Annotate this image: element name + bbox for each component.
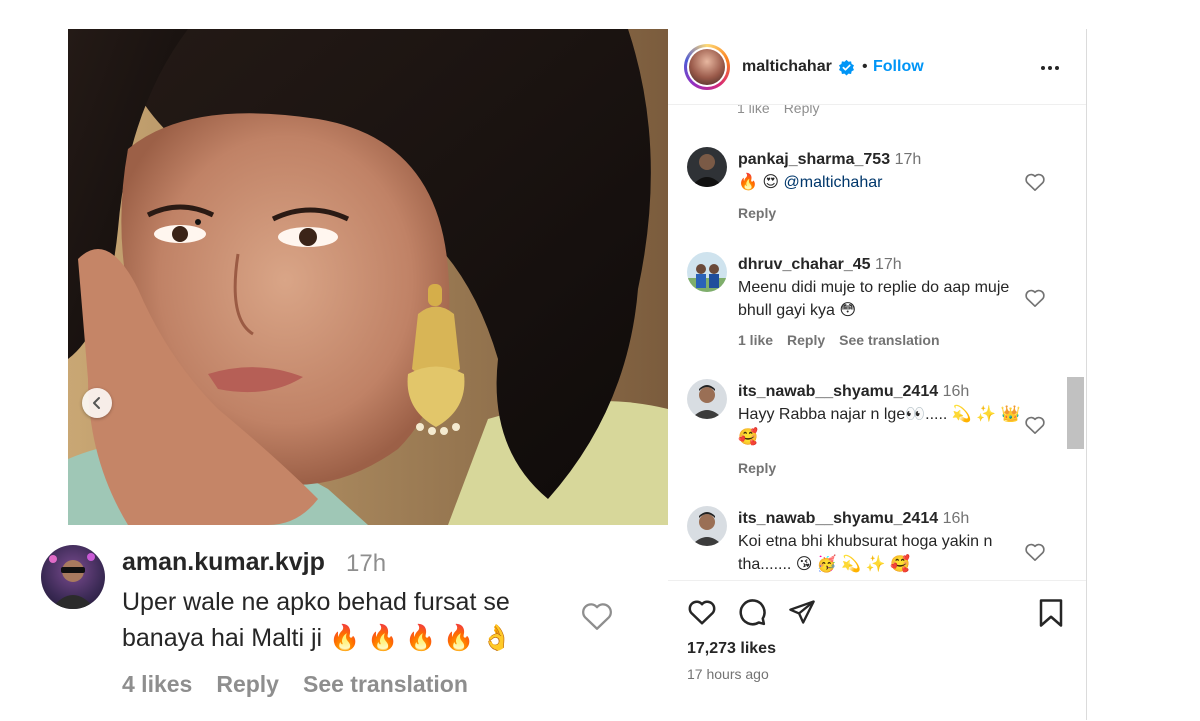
comment-username[interactable]: aman.kumar.kvjp	[122, 548, 325, 577]
comment-username-link[interactable]: its_nawab__shyamu_2414	[738, 383, 938, 400]
avatar[interactable]	[687, 506, 727, 546]
bookmark-icon	[1039, 599, 1063, 627]
heart-icon	[1025, 289, 1045, 307]
mention-link[interactable]: @maltichahar	[784, 174, 883, 191]
heart-icon	[1025, 173, 1045, 191]
comment-time: 17h	[346, 550, 387, 577]
heart-icon	[582, 603, 612, 630]
comment-like-button[interactable]	[1024, 415, 1046, 440]
carousel-prev-button[interactable]	[82, 388, 112, 418]
comment-username-link[interactable]: dhruv_chahar_45	[738, 256, 871, 273]
comment-meta: 1 like Reply See translation	[738, 332, 940, 348]
comment-time: 17h	[894, 151, 922, 168]
heart-icon	[1025, 416, 1045, 434]
comment-like-button[interactable]	[1024, 288, 1046, 313]
comment-username: pankaj_sharma_753 17h	[738, 151, 921, 169]
comment-like-button[interactable]	[1024, 172, 1046, 197]
like-button[interactable]	[687, 598, 717, 631]
author-avatar[interactable]	[684, 44, 730, 90]
chevron-left-icon	[93, 397, 100, 409]
more-options-icon	[1041, 66, 1059, 70]
comment-button[interactable]	[737, 597, 767, 632]
avatar-image	[687, 506, 727, 546]
author-username[interactable]: maltichahar	[742, 58, 832, 76]
comments-scrollbar-thumb[interactable]	[1067, 377, 1084, 449]
avatar-image	[49, 553, 95, 609]
see-translation-button[interactable]: See translation	[839, 332, 939, 348]
comment-time: 17h	[874, 256, 902, 273]
share-icon	[789, 600, 815, 624]
verified-badge-icon	[838, 59, 855, 81]
comment-icon	[739, 599, 766, 626]
avatar[interactable]	[687, 252, 727, 292]
comment-text: Hayy Rabba najar n lge👀..... 💫 ✨ 👑 🥰	[738, 406, 1021, 446]
post-photo	[68, 29, 668, 525]
comment-emoji: 🔥 😍	[738, 174, 780, 191]
comment-reply-button[interactable]: Reply	[738, 460, 776, 476]
comment-likes-count[interactable]: 1 like	[738, 332, 773, 348]
comment-time: 16h	[942, 383, 970, 400]
comment-username-link[interactable]: its_nawab__shyamu_2414	[738, 510, 938, 527]
heart-icon	[1025, 543, 1045, 561]
avatar[interactable]	[687, 379, 727, 419]
more-options-button[interactable]	[1038, 56, 1062, 85]
post-timestamp[interactable]: 17 hours ago	[687, 666, 769, 682]
comment-username: its_nawab__shyamu_2414 16h	[738, 383, 969, 401]
comment-text: Uper wale ne apko behad fursat se banaya…	[122, 588, 513, 652]
avatar[interactable]	[687, 147, 727, 187]
comment-reply-button[interactable]: Reply	[216, 671, 279, 698]
avatar-image	[687, 252, 727, 292]
comment-meta: Reply	[738, 460, 776, 476]
comment-like-button[interactable]	[580, 600, 614, 637]
comment-like-button[interactable]	[1024, 542, 1046, 567]
comment-text: 🔥 😍 @maltichahar	[738, 171, 1023, 194]
avatar-image	[687, 379, 727, 419]
heart-icon	[688, 600, 716, 625]
avatar-image	[689, 49, 725, 85]
comment-text: Koi etna bhi khubsurat hoga yakin n tha.…	[738, 533, 993, 573]
comment-username-link[interactable]: pankaj_sharma_753	[738, 151, 890, 168]
comment-reply-button[interactable]: Reply	[787, 332, 825, 348]
save-button[interactable]	[1038, 598, 1064, 633]
comment-meta: Reply	[738, 205, 776, 221]
comment-text: Meenu didi muje to replie do aap muje bh…	[738, 279, 1010, 319]
avatar-image	[687, 147, 727, 187]
see-translation-button[interactable]: See translation	[303, 671, 468, 698]
portrait-illustration	[68, 29, 668, 525]
comment-meta: 4 likes Reply See translation	[122, 671, 468, 698]
separator-dot: •	[862, 58, 868, 75]
comment-username: dhruv_chahar_45 17h	[738, 256, 902, 274]
comment-likes-count[interactable]: 4 likes	[122, 671, 192, 698]
comment-time: 16h	[942, 510, 970, 527]
follow-button[interactable]: Follow	[873, 58, 924, 76]
comment-reply-button[interactable]: Reply	[738, 205, 776, 221]
comment-username: its_nawab__shyamu_2414 16h	[738, 510, 969, 528]
avatar[interactable]	[41, 545, 105, 609]
post-likes-count[interactable]: 17,273 likes	[687, 640, 776, 658]
share-button[interactable]	[788, 598, 816, 631]
